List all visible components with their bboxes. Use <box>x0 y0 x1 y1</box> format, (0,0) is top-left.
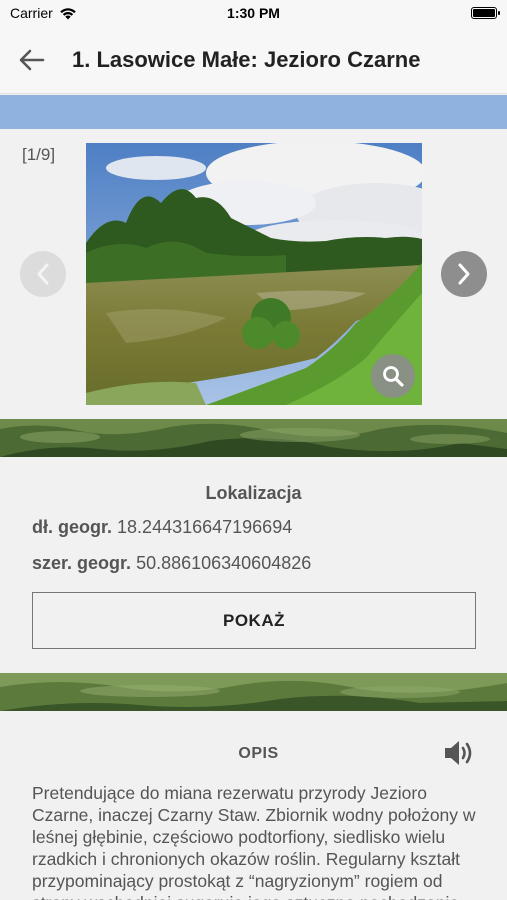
description-text: Pretendujące do miana rezerwatu przyrody… <box>32 783 476 900</box>
longitude-row: dł. geogr. 18.244316647196694 <box>32 517 292 538</box>
status-left: Carrier <box>10 5 77 21</box>
wifi-icon <box>59 7 76 19</box>
magnifier-icon <box>383 366 404 387</box>
page-title: 1. Lasowice Małe: Jezioro Czarne <box>72 46 421 72</box>
header-strip <box>0 95 507 129</box>
decorative-grass-strip <box>0 419 507 457</box>
previous-photo-button[interactable] <box>20 251 66 297</box>
next-photo-button[interactable] <box>441 251 487 297</box>
chevron-left-icon <box>37 263 49 285</box>
description-section: OPIS Pretendujące do miana rezerwatu prz… <box>0 711 507 900</box>
latitude-value: 50.886106340604826 <box>136 553 312 573</box>
chevron-right-icon <box>458 263 470 285</box>
battery-icon <box>471 7 500 19</box>
speaker-icon <box>445 741 472 765</box>
read-aloud-button[interactable] <box>442 737 476 769</box>
lake-photo <box>86 143 422 405</box>
arrow-left-icon <box>19 49 45 70</box>
location-title: Lokalizacja <box>205 483 302 503</box>
photo-gallery: [1/9] <box>0 129 507 419</box>
zoom-button[interactable] <box>371 354 415 398</box>
gallery-counter: [1/9] <box>22 145 56 164</box>
status-bar: Carrier 1:30 PM <box>0 0 507 26</box>
latitude-row: szer. geogr. 50.886106340604826 <box>32 553 311 574</box>
location-section: Lokalizacja dł. geogr. 18.24431664719669… <box>0 457 507 673</box>
longitude-label: dł. geogr. <box>32 517 113 537</box>
back-button[interactable] <box>12 40 52 80</box>
longitude-value: 18.244316647196694 <box>117 517 293 537</box>
gallery-photo[interactable] <box>86 143 422 405</box>
latitude-label: szer. geogr. <box>32 553 132 573</box>
carrier-label: Carrier <box>10 5 53 21</box>
nav-bar: 1. Lasowice Małe: Jezioro Czarne <box>0 26 507 94</box>
description-title: OPIS <box>238 745 279 762</box>
show-on-map-button[interactable]: POKAŻ <box>32 592 476 649</box>
decorative-grass-strip <box>0 673 507 711</box>
